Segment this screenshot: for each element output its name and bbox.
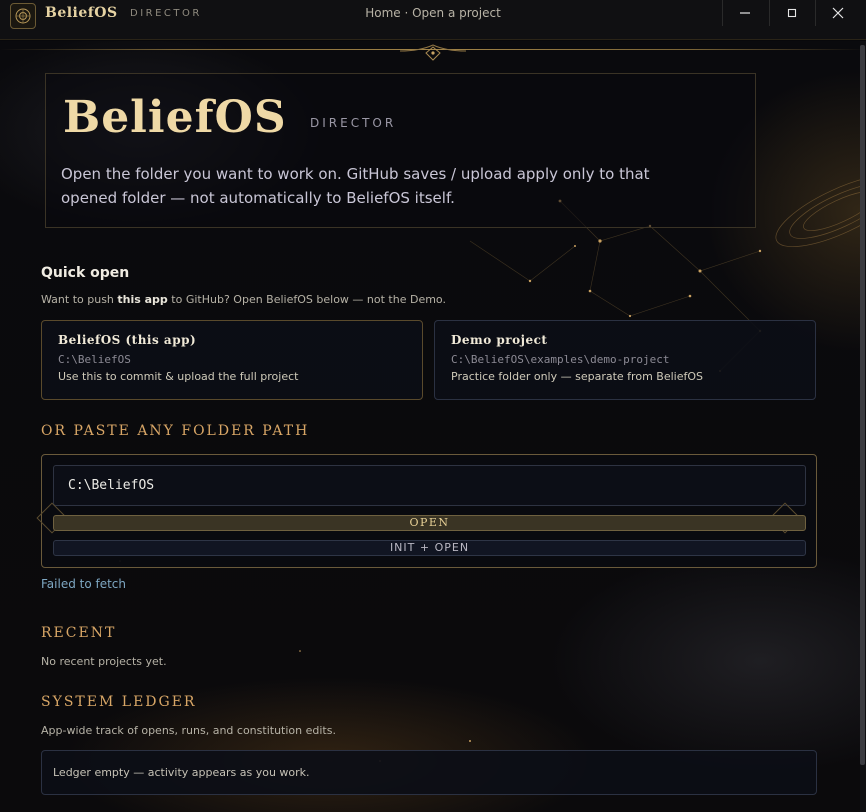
quick-open-hint-bold: this app bbox=[117, 293, 168, 306]
close-button[interactable] bbox=[815, 0, 859, 26]
card-note: Use this to commit & upload the full pro… bbox=[58, 370, 299, 383]
maximize-button[interactable] bbox=[769, 0, 813, 26]
quick-open-hint: Want to push this app to GitHub? Open Be… bbox=[41, 293, 446, 306]
recent-empty-text: No recent projects yet. bbox=[41, 655, 167, 668]
quick-open-card-demo[interactable]: Demo project C:\BeliefOS\examples\demo-p… bbox=[434, 320, 816, 400]
folder-path-input[interactable] bbox=[53, 465, 806, 506]
init-open-button[interactable]: INIT + OPEN bbox=[53, 540, 806, 556]
ledger-panel: Ledger empty — activity appears as you w… bbox=[41, 750, 817, 795]
card-path: C:\BeliefOS\examples\demo-project bbox=[451, 353, 670, 366]
hero-title: BeliefOS bbox=[63, 92, 287, 143]
maximize-icon bbox=[787, 8, 796, 18]
card-note: Practice folder only — separate from Bel… bbox=[451, 370, 703, 383]
quick-open-hint-before: Want to push bbox=[41, 293, 118, 306]
recent-heading: RECENT bbox=[41, 625, 117, 641]
card-title: BeliefOS (this app) bbox=[58, 333, 197, 347]
hero-subtitle: DIRECTOR bbox=[310, 116, 397, 130]
error-message: Failed to fetch bbox=[41, 577, 127, 591]
hero-description: Open the folder you want to work on. Git… bbox=[61, 165, 650, 207]
card-path: C:\BeliefOS bbox=[58, 353, 131, 366]
system-ledger-description: App-wide track of opens, runs, and const… bbox=[41, 724, 336, 737]
scrollbar-thumb[interactable] bbox=[860, 45, 865, 765]
minimize-icon bbox=[739, 12, 750, 14]
close-icon bbox=[832, 7, 843, 19]
quick-open-card-beliefos[interactable]: BeliefOS (this app) C:\BeliefOS Use this… bbox=[41, 320, 423, 400]
paste-path-heading: OR PASTE ANY FOLDER PATH bbox=[41, 423, 310, 439]
quick-open-heading: Quick open bbox=[41, 265, 130, 281]
quick-open-hint-after: to GitHub? Open BeliefOS below — not the… bbox=[167, 293, 446, 306]
title-bar: BeliefOS DIRECTOR Home · Open a project bbox=[0, 0, 866, 40]
card-title: Demo project bbox=[451, 333, 548, 347]
open-button[interactable]: OPEN bbox=[53, 515, 806, 531]
minimize-button[interactable] bbox=[722, 0, 766, 26]
ledger-empty-text: Ledger empty — activity appears as you w… bbox=[53, 766, 310, 779]
ornament-crest-icon bbox=[400, 44, 466, 61]
hero-panel: BeliefOS DIRECTOR Open the folder you wa… bbox=[45, 73, 756, 228]
system-ledger-heading: SYSTEM LEDGER bbox=[41, 694, 197, 710]
folder-path-panel: OPEN INIT + OPEN bbox=[36, 454, 817, 568]
